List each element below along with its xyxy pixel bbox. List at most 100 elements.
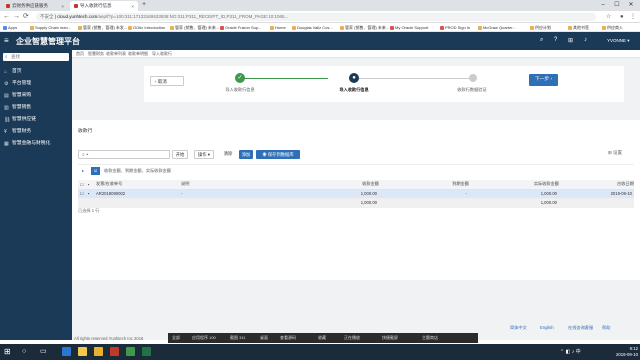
cell-date[interactable]: 2019-09-10 xyxy=(559,189,634,199)
bookmark-item[interactable]: OOtic Introduction xyxy=(128,24,165,31)
bell-icon[interactable]: ♪ xyxy=(584,37,587,43)
toolbar-item[interactable]: 应用程序 100 xyxy=(192,334,216,342)
forward-icon[interactable]: → xyxy=(13,12,20,22)
app-icon[interactable] xyxy=(110,347,119,356)
footer-link[interactable]: 帮助 xyxy=(602,325,610,331)
column-header[interactable]: 收款金额 xyxy=(289,180,379,190)
edge-icon[interactable] xyxy=(62,347,71,356)
bookmark-item[interactable]: 管家 (销售、管理) 未来... xyxy=(340,24,389,31)
column-header[interactable]: 实际收款金额 xyxy=(469,180,559,190)
breadcrumb-item[interactable]: 收款单列表 xyxy=(106,51,126,57)
maximize-button[interactable]: ☐ xyxy=(610,0,624,11)
cell-amount[interactable]: 1,000.00 xyxy=(289,189,379,199)
breadcrumb-item[interactable]: 收款单明细 xyxy=(128,51,148,57)
clear-button[interactable]: 清除 xyxy=(220,150,236,159)
browser-tab-2[interactable]: 导入收款行信息 × xyxy=(70,1,138,11)
app-icon[interactable] xyxy=(126,347,135,356)
file-explorer-icon[interactable] xyxy=(78,347,87,356)
profile-icon[interactable]: ● xyxy=(620,12,624,22)
reload-icon[interactable]: ⟳ xyxy=(23,12,29,22)
excel-icon[interactable] xyxy=(142,347,151,356)
hamburger-menu-icon[interactable]: ≡ xyxy=(4,36,9,45)
cell-actual[interactable]: 1,000.00 xyxy=(469,189,559,199)
breadcrumb-item[interactable]: 智慧财务 xyxy=(88,51,104,57)
apps-icon[interactable]: ⊞ xyxy=(568,37,573,44)
bookmark-item[interactable]: My Oracle Support xyxy=(390,24,428,31)
cancel-button[interactable]: ‹ 取消 xyxy=(150,76,184,86)
search-icon[interactable]: ⌕ xyxy=(540,37,543,44)
toolbar-item[interactable]: 收藏 xyxy=(318,334,326,342)
row-edit-icon[interactable]: ▪ xyxy=(86,189,94,199)
column-header[interactable]: 到期金额 xyxy=(379,180,469,190)
bookmark-item[interactable]: Oracle Fusion Sup... xyxy=(220,24,261,31)
system-clock[interactable]: 9:12 2019-09-10 xyxy=(594,346,638,358)
toolbar-item[interactable]: 快捷截屏 xyxy=(382,334,398,342)
url-field[interactable]: 不安全 | cloud.yunhtech.com/aep/f?p=100:311… xyxy=(36,13,596,21)
toolbar-item[interactable]: 查看源码 xyxy=(280,334,296,342)
expand-icon[interactable]: ▸ xyxy=(82,168,84,173)
user-menu[interactable]: YVONNE ▾ xyxy=(607,38,630,44)
bookmark-item[interactable]: Douglas Vallz Cos... xyxy=(292,24,333,31)
sidebar-item-platform[interactable]: ⚙ 平台管理 xyxy=(0,78,72,90)
next-button[interactable]: 下一步 › xyxy=(529,74,558,86)
star-icon[interactable]: ☆ xyxy=(606,12,611,22)
actions-menu-button[interactable]: 操作 ▾ xyxy=(194,150,214,159)
sidebar-item-finance[interactable]: ¥ 智慧财务 xyxy=(0,126,72,138)
grid-settings[interactable]: ⊞ 设置 xyxy=(608,150,622,156)
windows-start-icon[interactable]: ⊞ xyxy=(4,346,11,358)
task-view-icon[interactable]: ▭ xyxy=(40,346,47,358)
close-tab-icon[interactable]: × xyxy=(131,4,134,9)
more-icon[interactable]: ⋮ xyxy=(630,12,636,22)
new-tab-button[interactable]: + xyxy=(142,1,146,8)
add-row-button[interactable]: 添加 xyxy=(239,150,253,159)
sidebar-item-home[interactable]: ⌂ 首页 xyxy=(0,66,72,78)
go-button[interactable]: 开始 xyxy=(172,150,188,159)
select-all-checkbox[interactable]: ☐ xyxy=(78,180,86,190)
toolbar-item[interactable]: 桌面 xyxy=(260,334,268,342)
bookmark-item[interactable]: 供应商入 xyxy=(602,24,623,31)
cell-due[interactable]: - xyxy=(379,189,469,199)
column-header[interactable]: 发票/应收单号 xyxy=(94,180,179,190)
sidebar-item-sales[interactable]: ▥ 智慧销售 xyxy=(0,102,72,114)
toolbar-item[interactable]: 正在播放 xyxy=(344,334,360,342)
footer-link[interactable]: English xyxy=(540,325,554,330)
toolbar-item[interactable]: 截图 311 xyxy=(230,334,246,342)
sidebar-item-tax[interactable]: ▦ 智慧金融与财税化 xyxy=(0,138,72,150)
breadcrumb-item[interactable]: 首页 xyxy=(76,51,84,57)
security-indicator[interactable]: 不安全 xyxy=(40,14,54,19)
bookmark-item[interactable]: PROD Sign In xyxy=(440,24,470,31)
browser-tab-1[interactable]: 云财务供应链服务 × xyxy=(2,1,68,11)
footer-link[interactable]: 简体中文 xyxy=(510,325,527,331)
cell-invoice[interactable]: AR2019090002 xyxy=(94,189,179,199)
toolbar-item[interactable]: 全部 xyxy=(172,334,180,342)
bookmark-item[interactable]: 管家 (销售、管理) 未发... xyxy=(78,24,127,31)
tray-icons[interactable]: ⌃ ◧ ♪ 中 xyxy=(560,346,581,358)
column-header[interactable]: 说明 xyxy=(179,180,289,190)
bookmark-item[interactable]: Supply Chain man... xyxy=(30,24,71,31)
footer-link[interactable]: 在线咨询客服 xyxy=(568,325,593,331)
sidebar-item-purchase[interactable]: ▤ 智慧采购 xyxy=(0,90,72,102)
chrome-icon[interactable] xyxy=(94,347,103,356)
sidebar-item-supply-chain[interactable]: ⛓ 智慧供应链 xyxy=(0,114,72,126)
bookmark-item[interactable]: 管家 (销售、管理) 未来... xyxy=(170,24,219,31)
help-icon[interactable]: ? xyxy=(554,37,557,43)
bookmark-item[interactable]: 其他书签 xyxy=(568,24,589,31)
cell-description[interactable]: - xyxy=(179,189,289,199)
minimize-button[interactable]: – xyxy=(596,0,610,11)
bookmark-item[interactable]: Home xyxy=(270,24,286,31)
bookmark-item[interactable]: McGraw Quarter... xyxy=(478,24,516,31)
column-header[interactable]: 应收日期 xyxy=(559,180,634,190)
save-to-db-button[interactable]: ◉ 保存到数据库 xyxy=(256,150,300,159)
table-row[interactable]: ☐ ▪ AR2019090002 - 1,000.00 - 1,000.00 2… xyxy=(78,189,634,199)
sidebar-search-input[interactable]: ⌕ 查找 xyxy=(3,53,69,61)
toolbar-item[interactable]: 主题商店 xyxy=(422,334,438,342)
filter-toggle[interactable]: ☑ xyxy=(91,167,100,175)
bookmark-item[interactable]: Apps xyxy=(3,24,17,31)
back-icon[interactable]: ← xyxy=(3,12,10,22)
close-window-button[interactable]: ✕ xyxy=(624,0,638,11)
bookmark-item[interactable]: 供应计划 xyxy=(530,24,551,31)
search-icon[interactable]: ○ xyxy=(22,346,26,358)
close-tab-icon[interactable]: × xyxy=(61,4,64,9)
grid-search-input[interactable]: ⌕ ▾ xyxy=(78,150,170,159)
row-checkbox[interactable]: ☐ xyxy=(78,189,86,199)
